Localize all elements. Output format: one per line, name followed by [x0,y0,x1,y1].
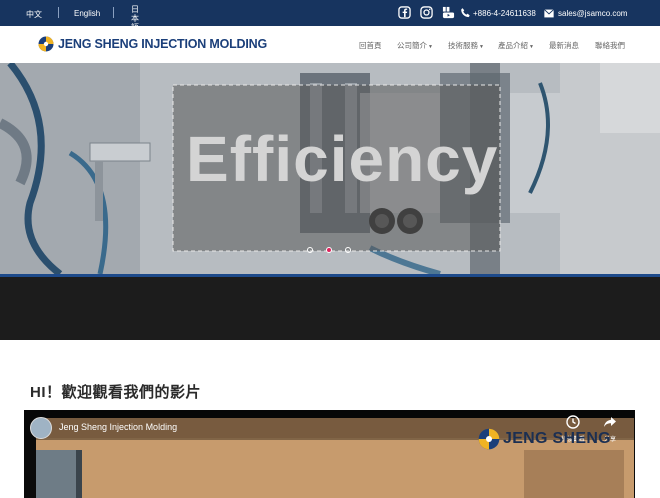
lang-chinese[interactable]: 中文 [26,9,42,20]
main-navbar: JENG SHENG INJECTION MOLDING 回首頁 公司簡介▼ 技… [0,26,660,64]
share-arrow-icon [604,417,616,427]
nav-services-label: 技術服務 [448,41,478,50]
youtube-icon[interactable] [442,6,455,19]
caret-down-icon: ▼ [479,44,484,50]
channel-avatar[interactable] [30,417,52,439]
video-player[interactable]: Jeng Sheng Injection Molding 稍後觀看 分享 JEN… [24,410,635,498]
email-address[interactable]: sales@jsamco.com [558,9,627,18]
clock-icon [566,415,580,429]
nav-about[interactable]: 公司簡介▼ [397,40,433,51]
nav-about-label: 公司簡介 [397,41,427,50]
logo-mark-icon [478,428,500,450]
caret-down-icon: ▼ [428,44,433,50]
slide-dot-3[interactable] [345,247,351,253]
slide-dot-1[interactable] [307,247,313,253]
nav-products-label: 產品介紹 [498,41,528,50]
instagram-icon[interactable] [420,6,433,19]
logo-mark-icon [38,36,54,52]
slide-dot-2-active[interactable] [326,247,332,253]
lang-english[interactable]: English [74,9,100,18]
nav-home[interactable]: 回首頁 [359,40,382,51]
dark-banner [0,277,660,340]
video-section-heading: HI！歡迎觀看我們的影片 [30,384,202,401]
nav-contact[interactable]: 聯絡我們 [595,40,625,51]
hero-slider[interactable]: Efficiency [0,63,660,274]
video-watermark-text: JENG SHENG [503,430,611,447]
caret-down-icon: ▼ [529,44,534,50]
nav-services[interactable]: 技術服務▼ [448,40,484,51]
site-logo[interactable]: JENG SHENG INJECTION MOLDING [38,36,267,52]
top-bar: 中文 English 日本語 +886-4-24611638 sales@jsa… [0,0,660,32]
hero-headline: Efficiency [186,123,499,195]
logo-text: JENG SHENG INJECTION MOLDING [58,37,268,51]
lang-divider [58,7,59,18]
phone-icon [461,8,470,18]
nav-products[interactable]: 產品介紹▼ [498,40,534,51]
video-watermark-logo: JENG SHENG [478,428,611,450]
lang-divider [113,7,114,18]
video-title[interactable]: Jeng Sheng Injection Molding [59,422,177,432]
nav-news[interactable]: 最新消息 [549,40,579,51]
phone-number[interactable]: +886-4-24611638 [473,9,536,18]
facebook-icon[interactable] [398,6,411,19]
mail-icon [544,9,554,18]
